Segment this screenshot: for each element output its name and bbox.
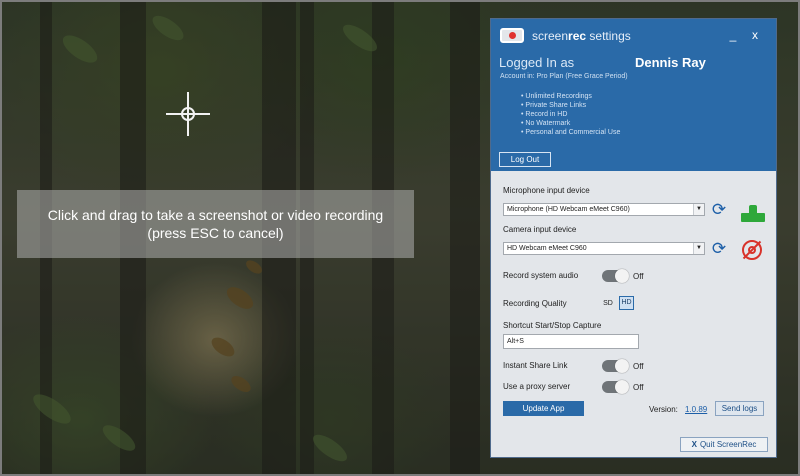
shortcut-input[interactable]: Alt+S	[503, 334, 639, 349]
instant-share-state: Off	[633, 362, 644, 371]
microphone-select-value: Microphone (HD Webcam eMeet C960)	[507, 206, 630, 213]
minimize-button[interactable]: _	[724, 26, 742, 44]
recording-quality-label: Recording Quality	[503, 299, 567, 308]
camera-select[interactable]: HD Webcam eMeet C960 ▼	[503, 242, 705, 255]
version-label: Version:	[649, 405, 678, 414]
system-audio-toggle[interactable]	[602, 269, 629, 283]
capture-instruction: Click and drag to take a screenshot or v…	[17, 190, 414, 258]
camera-disabled-icon[interactable]	[742, 240, 762, 260]
window-title: screenrec settings	[532, 29, 631, 43]
instant-share-label: Instant Share Link	[503, 361, 568, 370]
system-audio-label: Record system audio	[503, 271, 579, 280]
list-item: Unlimited Recordings	[521, 92, 620, 101]
close-icon: X	[691, 440, 697, 449]
proxy-state: Off	[633, 383, 644, 392]
microphone-status-icon	[741, 204, 765, 222]
system-audio-state: Off	[633, 272, 644, 281]
list-item: Record in HD	[521, 110, 620, 119]
instant-share-toggle[interactable]	[602, 359, 629, 373]
close-button[interactable]: x	[746, 26, 764, 44]
update-app-button[interactable]: Update App	[503, 401, 584, 416]
settings-window: screenrec settings _ x Logged In as Denn…	[490, 18, 777, 458]
instruction-line-1: Click and drag to take a screenshot or v…	[47, 207, 384, 223]
quality-sd-option[interactable]: SD	[602, 298, 614, 310]
quit-button[interactable]: X Quit ScreenRec	[680, 437, 768, 452]
instruction-line-2: (press ESC to cancel)	[147, 225, 284, 241]
chevron-down-icon[interactable]: ▼	[693, 204, 704, 215]
proxy-toggle[interactable]	[602, 380, 629, 394]
proxy-label: Use a proxy server	[503, 382, 571, 391]
list-item: Private Share Links	[521, 101, 620, 110]
list-item: No Watermark	[521, 119, 620, 128]
refresh-icon[interactable]: ⟳	[710, 201, 728, 219]
account-panel: screenrec settings _ x Logged In as Denn…	[491, 19, 776, 171]
screenrec-logo-icon	[500, 28, 524, 43]
microphone-select[interactable]: Microphone (HD Webcam eMeet C960) ▼	[503, 203, 705, 216]
send-logs-button[interactable]: Send logs	[715, 401, 764, 416]
chevron-down-icon[interactable]: ▼	[693, 243, 704, 254]
plan-features-list: Unlimited Recordings Private Share Links…	[521, 92, 620, 137]
camera-label: Camera input device	[503, 225, 577, 234]
account-plan: Account in: Pro Plan (Free Grace Period)	[500, 73, 628, 80]
quit-label: Quit ScreenRec	[699, 440, 757, 449]
shortcut-label: Shortcut Start/Stop Capture	[503, 321, 602, 330]
microphone-label: Microphone input device	[503, 186, 590, 195]
user-name: Dennis Ray	[635, 55, 706, 70]
list-item: Personal and Commercial Use	[521, 128, 620, 137]
logged-in-label: Logged In as	[499, 55, 575, 70]
refresh-icon[interactable]: ⟳	[710, 240, 728, 258]
quality-hd-option[interactable]: HD	[619, 296, 634, 310]
camera-select-value: HD Webcam eMeet C960	[507, 245, 587, 252]
version-number-link[interactable]: 1.0.89	[685, 405, 707, 414]
crosshair-cursor-icon	[166, 92, 210, 136]
title-bar[interactable]: screenrec settings _ x	[491, 19, 776, 49]
log-out-button[interactable]: Log Out	[499, 152, 551, 167]
